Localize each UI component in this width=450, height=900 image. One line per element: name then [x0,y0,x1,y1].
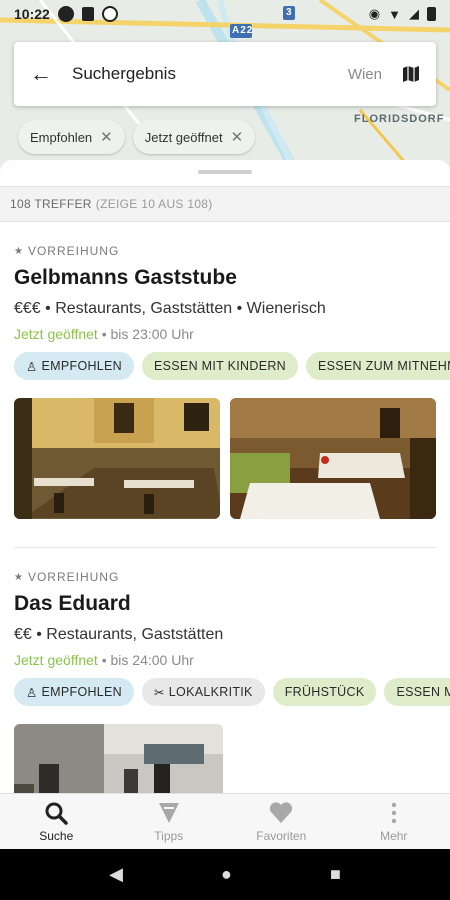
star-icon: ★ [14,245,24,257]
drag-handle[interactable] [198,170,252,174]
system-navigation-bar: ◀ ● ■ [0,849,450,900]
closing-time: • bis 24:00 Uhr [97,652,194,668]
more-icon [391,802,396,824]
entry-photos [14,398,436,519]
close-icon[interactable]: ✕ [231,128,244,146]
list-item[interactable]: ★ VORREIHUNG Das Eduard €€ • Restaurants… [0,548,450,793]
entry-photos [14,724,436,793]
tag-label: LOKALKRITIK [168,685,253,699]
search-location[interactable]: Wien [348,66,382,83]
results-count: 108 TREFFER (ZEIGE 10 AUS 108) [0,186,450,222]
entry-kicker-text: VORREIHUNG [27,244,120,258]
entry-kicker: ★ VORREIHUNG [14,570,436,584]
heart-icon [270,802,293,823]
person-icon: ♙ [26,359,38,374]
tag-fruehstueck[interactable]: FRÜHSTÜCK [272,678,377,706]
map-label-floridsdorf: FLORIDSDORF [354,113,445,125]
tag-label: ESSEN MIT K [396,685,450,699]
entry-tags: ♙ EMPFOHLEN ✂ LOKALKRITIK FRÜHSTÜCK ESSEN … [14,678,450,706]
results-count-main: 108 TREFFER [10,197,92,211]
filter-chip-jetzt-geoeffnet[interactable]: Jetzt geöffnet ✕ [132,120,256,154]
nav-label: Tipps [154,829,184,843]
filter-chips: Empfohlen ✕ Jetzt geöffnet ✕ [18,120,256,154]
entry-hours: Jetzt geöffnet • bis 24:00 Uhr [14,652,436,668]
nav-item-suche[interactable]: Suche [0,794,113,849]
nav-item-favoriten[interactable]: Favoriten [225,794,338,849]
entry-tags: ♙ EMPFOHLEN ESSEN MIT KINDERN ESSEN ZUM M… [14,352,450,380]
back-arrow-icon[interactable]: ← [30,61,58,87]
recents-square-icon[interactable]: ■ [330,864,341,885]
home-circle-icon[interactable]: ● [221,864,232,885]
sd-card-icon [81,7,94,21]
tag-essen-zum-mitnehmen[interactable]: ESSEN ZUM MITNEHMEN [306,352,450,380]
filter-chip-label: Jetzt geöffnet [144,129,223,145]
tag-essen-mit-kindern[interactable]: ESSEN MIT KINDERN [142,352,298,380]
tag-label: EMPFOHLEN [41,685,123,699]
entry-kicker-text: VORREIHUNG [27,570,120,584]
filter-chip-label: Empfohlen [30,129,93,145]
tips-icon [158,803,179,823]
entry-meta: €€€ • Restaurants, Gaststätten • Wieneri… [14,300,326,317]
wifi-icon: ▼ [388,6,401,22]
tag-essen-mit-kindern[interactable]: ESSEN MIT K [384,678,450,706]
app-notification-icon [57,6,74,22]
closing-time: • bis 23:00 Uhr [97,326,194,342]
blocked-icon [101,6,118,22]
battery-icon [427,7,436,21]
tag-empfohlen[interactable]: ♙ EMPFOHLEN [14,352,135,380]
entry-title[interactable]: Das Eduard [14,592,436,616]
location-icon: ◉ [368,6,381,21]
nav-label: Favoriten [256,829,307,843]
restaurant-photo[interactable] [14,724,223,793]
open-status: Jetzt geöffnet [14,326,98,342]
tag-label: FRÜHSTÜCK [284,685,365,699]
restaurant-photo[interactable] [230,398,436,519]
list-item[interactable]: ★ VORREIHUNG Gelbmanns Gaststube €€€ • R… [0,222,450,548]
search-card: ← Suchergebnis Wien [14,42,436,106]
close-icon[interactable]: ✕ [100,128,113,146]
nav-item-mehr[interactable]: Mehr [338,794,450,849]
person-icon: ♙ [26,685,38,700]
signal-icon: ◢ [409,6,419,21]
results-sheet: 108 TREFFER (ZEIGE 10 AUS 108) ★ VORREIH… [0,160,450,793]
nav-item-tipps[interactable]: Tipps [113,794,226,849]
star-icon: ★ [14,571,24,583]
tag-label: EMPFOHLEN [41,359,123,373]
filter-chip-empfohlen[interactable]: Empfohlen ✕ [18,120,125,154]
results-count-sub: (ZEIGE 10 AUS 108) [95,197,213,211]
tag-label: ESSEN ZUM MITNEHMEN [318,359,450,373]
map-icon[interactable] [402,65,420,83]
restaurant-photo[interactable] [14,398,220,519]
nav-label: Suche [39,829,74,843]
entry-title[interactable]: Gelbmanns Gaststube [14,266,436,290]
open-status: Jetzt geöffnet [14,652,98,668]
bottom-navigation: Suche Tipps Favoriten Mehr [0,793,450,849]
search-query[interactable]: Suchergebnis [72,64,176,84]
status-bar: 10:22 ◉ ▼ ◢ [0,0,450,28]
nav-label: Mehr [380,829,408,843]
status-time: 10:22 [14,6,50,22]
back-triangle-icon[interactable]: ◀ [109,864,123,885]
tag-lokalkritik[interactable]: ✂ LOKALKRITIK [142,678,265,706]
entry-meta: €€ • Restaurants, Gaststätten [14,626,224,643]
search-icon [45,802,68,825]
entry-kicker: ★ VORREIHUNG [14,244,436,258]
tag-empfohlen[interactable]: ♙ EMPFOHLEN [14,678,135,706]
tag-label: ESSEN MIT KINDERN [154,359,286,373]
cutlery-icon: ✂ [154,685,165,700]
entry-hours: Jetzt geöffnet • bis 23:00 Uhr [14,326,436,342]
